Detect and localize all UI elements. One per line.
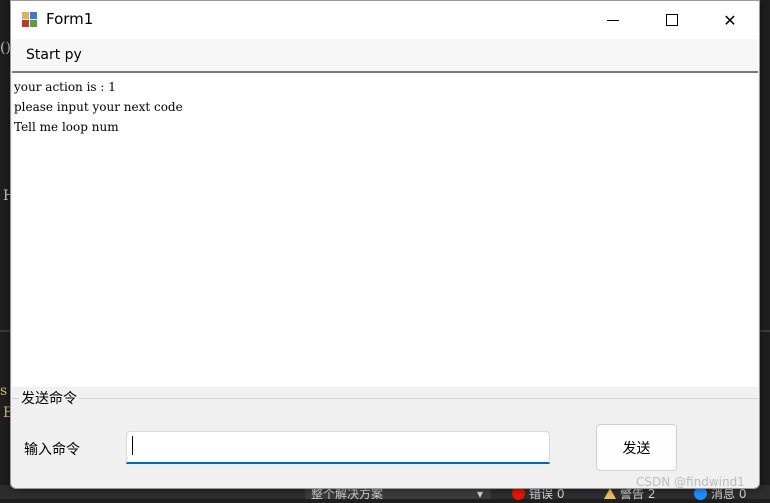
- form1-window: Form1 ✕ Start py your action is : 1 plea…: [10, 0, 760, 489]
- title-bar[interactable]: Form1 ✕: [11, 1, 759, 39]
- output-line: your action is : 1: [14, 80, 116, 94]
- command-label: 输入命令: [24, 442, 80, 458]
- output-textbox[interactable]: your action is : 1 please input your nex…: [12, 71, 758, 387]
- warning-icon: [604, 488, 616, 499]
- ide-background-glyph: s: [0, 383, 8, 399]
- text-caret: [132, 436, 133, 455]
- maximize-icon: [666, 14, 678, 26]
- send-button[interactable]: 发送: [596, 424, 677, 471]
- ide-divider: [0, 330, 10, 332]
- app-icon: [22, 12, 38, 28]
- output-line: Tell me loop num: [14, 120, 119, 134]
- ide-divider: [760, 330, 770, 332]
- command-input[interactable]: [126, 431, 550, 464]
- window-title: Form1: [46, 10, 94, 28]
- group-legend: 发送命令: [19, 388, 79, 408]
- menu-bar: Start py: [11, 39, 759, 71]
- output-line: please input your next code: [14, 100, 183, 114]
- maximize-button[interactable]: [643, 1, 701, 39]
- minimize-button[interactable]: [584, 1, 642, 39]
- close-icon: ✕: [723, 10, 737, 30]
- send-command-group: 发送命令 输入命令 发送: [12, 388, 758, 487]
- close-button[interactable]: ✕: [701, 1, 759, 39]
- minimize-icon: [607, 19, 619, 21]
- menu-item-start-py[interactable]: Start py: [17, 42, 91, 68]
- watermark: CSDN @findwind1: [636, 475, 745, 489]
